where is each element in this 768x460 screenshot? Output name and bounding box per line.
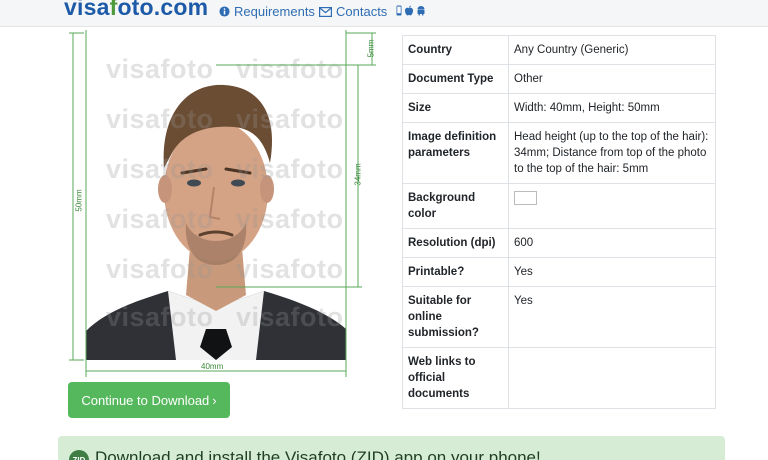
row-key: Printable? — [402, 257, 509, 287]
table-row: Suitable for online submission? Yes — [402, 286, 716, 348]
table-row: Web links to official documents — [402, 347, 716, 409]
continue-to-download-button[interactable]: Continue to Download › — [68, 382, 230, 418]
row-key: Background color — [402, 183, 509, 229]
continue-button-label: Continue to Download — [81, 392, 210, 408]
row-key: Suitable for online submission? — [402, 286, 509, 348]
photo-requirements-table: Country Any Country (Generic) Document T… — [402, 35, 716, 409]
nav-link-requirements[interactable]: Requirements — [219, 4, 315, 19]
envelope-icon — [319, 6, 332, 17]
logo-part-visa: visa — [64, 0, 110, 20]
chevron-right-icon: › — [212, 392, 217, 408]
logo-part-rest: oto.com — [117, 0, 209, 20]
row-value — [508, 347, 716, 409]
banner-text: Download and install the Visafoto (ZID) … — [95, 448, 541, 460]
background-color-swatch — [514, 190, 537, 205]
table-row: Country Any Country (Generic) — [402, 35, 716, 65]
apple-icon — [405, 5, 413, 16]
top-navigation-bar: visafoto.com Requirements Contacts — [0, 0, 768, 27]
row-key: Resolution (dpi) — [402, 228, 509, 258]
table-row: Size Width: 40mm, Height: 50mm — [402, 93, 716, 123]
table-row: Image definition parameters Head height … — [402, 122, 716, 184]
zid-app-icon: ZID — [69, 450, 89, 460]
site-logo[interactable]: visafoto.com — [64, 0, 208, 21]
mobile-phone-icon — [396, 5, 402, 16]
nav-contacts-label: Contacts — [336, 4, 388, 19]
row-key: Image definition parameters — [402, 122, 509, 184]
row-key: Country — [402, 35, 509, 65]
row-key: Web links to official documents — [402, 347, 509, 409]
dimension-label-top-margin: 5mm — [366, 39, 376, 58]
table-row: Resolution (dpi) 600 — [402, 228, 716, 258]
dimension-label-width: 40mm — [201, 362, 224, 371]
row-value: Other — [508, 64, 716, 94]
dimension-label-height: 50mm — [74, 189, 84, 212]
table-row: Printable? Yes — [402, 257, 716, 287]
app-download-banner[interactable]: ZID Download and install the Visafoto (Z… — [58, 436, 725, 460]
nav-link-contacts[interactable]: Contacts — [319, 4, 387, 19]
row-value: 600 — [508, 228, 716, 258]
row-value: Yes — [508, 286, 716, 348]
photo-preview-area: visafoto visafoto visafoto visafoto visa… — [66, 30, 386, 380]
row-value: Head height (up to the top of the hair):… — [508, 122, 716, 184]
table-row: Document Type Other — [402, 64, 716, 94]
table-row: Background color — [402, 183, 716, 229]
nav-requirements-label: Requirements — [234, 4, 315, 19]
nav-mobile-apps[interactable] — [396, 5, 426, 16]
info-icon — [219, 6, 230, 17]
dimension-lines — [69, 30, 376, 377]
row-value: Width: 40mm, Height: 50mm — [508, 93, 716, 123]
android-icon — [417, 6, 425, 16]
row-key: Size — [402, 93, 509, 123]
row-key: Document Type — [402, 64, 509, 94]
dimension-label-head-height: 34mm — [353, 163, 363, 186]
row-value — [508, 183, 716, 229]
row-value: Yes — [508, 257, 716, 287]
row-value: Any Country (Generic) — [508, 35, 716, 65]
